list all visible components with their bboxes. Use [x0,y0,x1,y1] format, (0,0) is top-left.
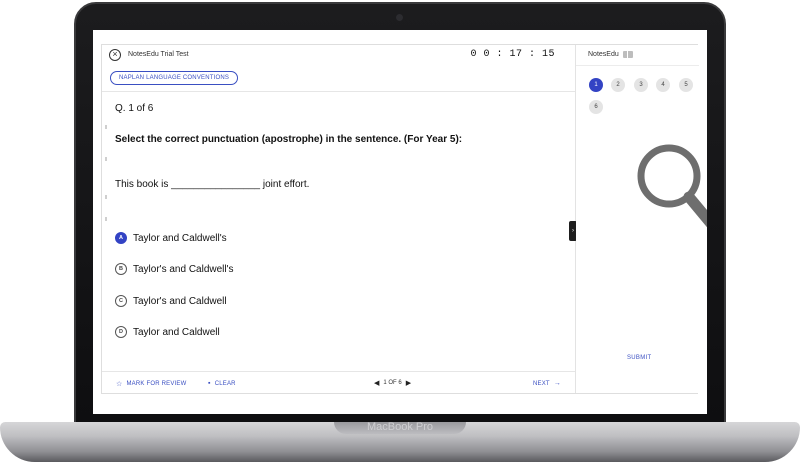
question-bubble-2[interactable]: 2 [611,78,625,92]
mark-for-review-button[interactable]: ☆ MARK FOR REVIEW [116,380,187,388]
edge-marker [105,157,107,161]
question-bubble-4[interactable]: 4 [656,78,670,92]
answer-option-a[interactable]: A Taylor and Caldwell's [115,231,227,245]
next-label: NEXT [533,380,550,387]
question-number: Q. 1 of 6 [115,103,154,114]
mark-for-review-label: MARK FOR REVIEW [126,381,187,387]
option-label-d: Taylor and Caldwell [133,326,220,338]
book-icon [622,51,633,58]
arrow-right-icon: → [553,380,562,387]
sidebar-divider [576,65,699,66]
question-sentence: This book is ________________ joint effo… [115,179,310,190]
chevron-left-icon[interactable]: ◀ [374,379,379,387]
question-bubble-1[interactable]: 1 [589,78,603,92]
edge-marker [105,217,107,221]
option-radio-d[interactable]: D [115,326,127,338]
submit-button[interactable]: SUBMIT [627,355,651,361]
option-label-b: Taylor's and Caldwell's [133,263,234,275]
answer-option-b[interactable]: B Taylor's and Caldwell's [115,262,234,276]
edge-marker [105,125,107,129]
category-badge: NAPLAN LANGUAGE CONVENTIONS [110,71,239,85]
answer-option-c[interactable]: C Taylor's and Caldwell [115,294,227,308]
header-divider [102,91,575,92]
trash-icon: ▪ [208,380,211,387]
question-bubble-3[interactable]: 3 [634,78,648,92]
pager: ◀ 1 OF 6 ▶ [370,379,415,387]
option-label-a: Taylor and Caldwell's [133,232,227,244]
option-radio-c[interactable]: C [115,295,127,307]
device-label: MacBook Pro [366,421,434,433]
test-title: NotesEdu Trial Test [128,51,189,58]
question-bubble-5[interactable]: 5 [679,78,693,92]
question-footer: ☆ MARK FOR REVIEW ▪ CLEAR ◀ 1 OF 6 ▶ NEX… [102,371,575,395]
countdown-timer: 0 0 : 17 : 15 [470,49,555,60]
next-button[interactable]: NEXT → [533,380,561,387]
answer-option-d[interactable]: D Taylor and Caldwell [115,325,220,339]
question-navigator: NotesEdu 1 2 3 4 5 6 SUBMIT [576,45,707,393]
clear-button[interactable]: ▪ CLEAR [208,380,236,387]
brand-name: NotesEdu [588,51,619,58]
edge-marker [105,195,107,199]
webcam [396,14,403,21]
pager-label: 1 OF 6 [383,380,402,386]
close-icon[interactable]: × [109,49,121,61]
star-icon: ☆ [116,381,123,388]
question-text: Select the correct punctuation (apostrop… [115,134,463,145]
option-label-c: Taylor's and Caldwell [133,295,227,307]
clear-label: CLEAR [214,380,236,387]
option-radio-a[interactable]: A [115,232,127,244]
sidebar-brand: NotesEdu [588,51,633,58]
question-panel: × NotesEdu Trial Test 0 0 : 17 : 15 NAPL… [102,45,576,393]
top-bar: × NotesEdu Trial Test 0 0 : 17 : 15 [102,45,575,65]
option-radio-b[interactable]: B [115,263,127,275]
question-bubble-6[interactable]: 6 [589,100,603,114]
laptop-screen: × NotesEdu Trial Test 0 0 : 17 : 15 NAPL… [93,30,707,414]
test-app: × NotesEdu Trial Test 0 0 : 17 : 15 NAPL… [101,44,707,394]
magnifier-icon [637,144,707,228]
chevron-right-icon[interactable]: ▶ [406,379,411,387]
